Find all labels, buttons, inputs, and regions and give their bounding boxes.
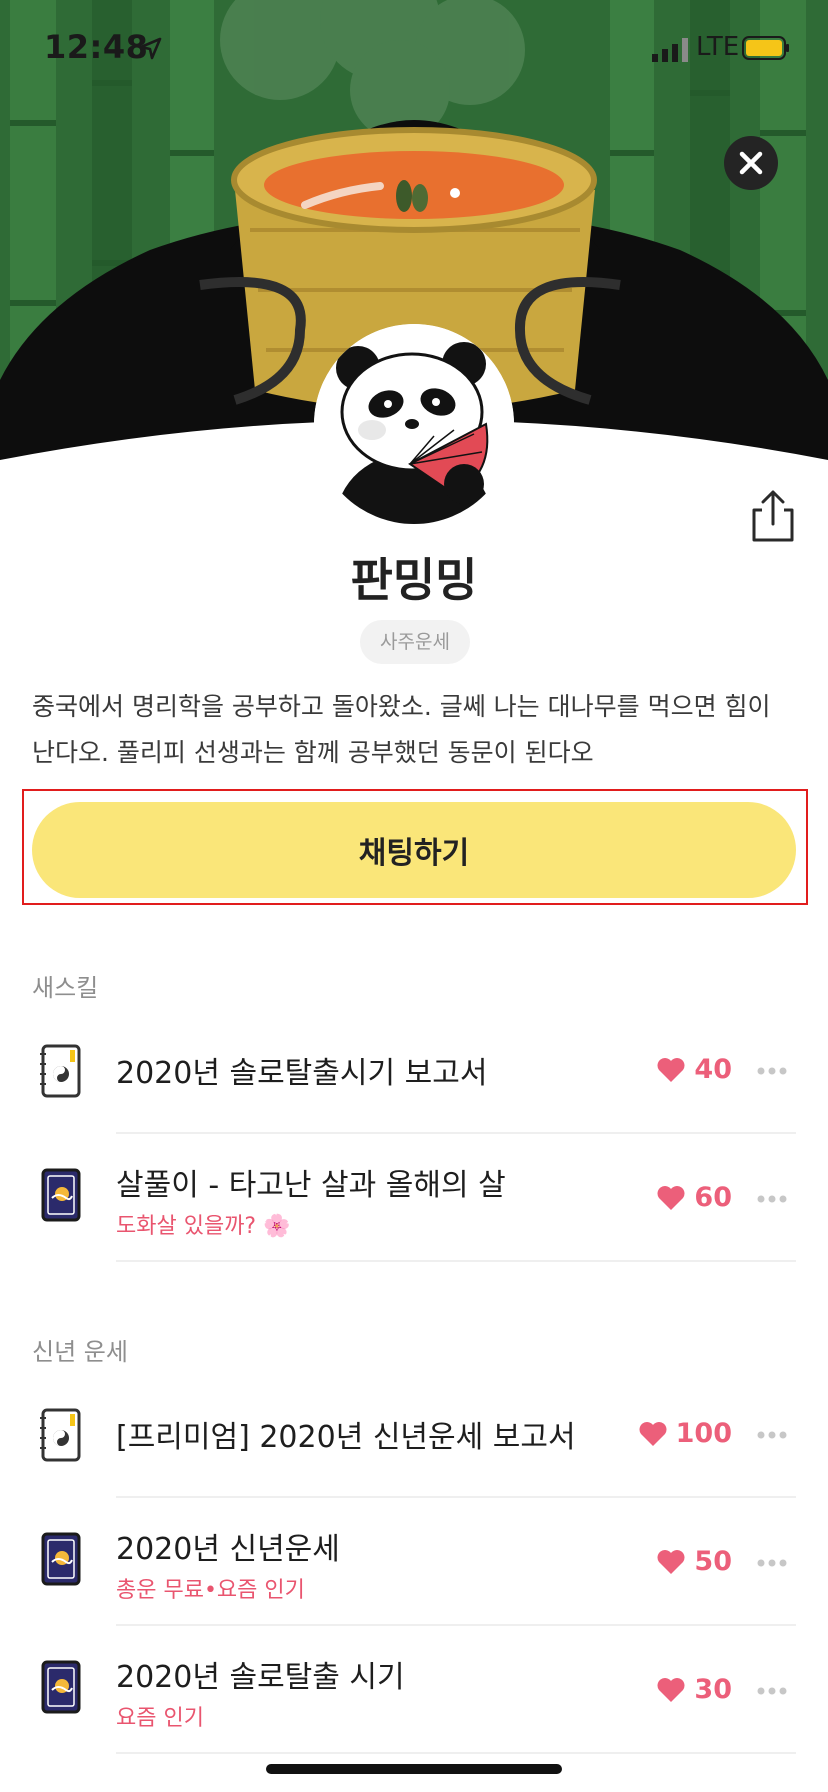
heart-icon: [639, 1421, 667, 1446]
profile-description: 중국에서 명리학을 공부하고 돌아왔소. 글쎄 나는 대나무를 먹으면 힘이 난…: [32, 692, 771, 767]
divider: [116, 1752, 796, 1754]
signal-bars-icon: [652, 38, 688, 62]
panda-avatar-icon: [314, 324, 514, 524]
share-icon[interactable]: [748, 488, 798, 544]
like-count[interactable]: 100: [638, 1418, 732, 1449]
home-indicator[interactable]: [266, 1764, 562, 1774]
item-title: 살풀이 - 타고난 살과 올해의 살: [116, 1168, 506, 1203]
chat-button[interactable]: 채팅하기: [32, 802, 796, 898]
like-count-value: 60: [694, 1182, 732, 1213]
section-title-new-year-fortune: 신년 운세: [32, 1338, 128, 1366]
close-button[interactable]: [724, 136, 778, 190]
network-type: LTE: [696, 32, 740, 62]
profile-name: 판밍밍: [350, 553, 478, 607]
like-count-value: 100: [675, 1418, 732, 1449]
item-title: 2020년 솔로탈출시기 보고서: [116, 1056, 488, 1091]
list-item[interactable]: 2020년 솔로탈출시기 보고서 40: [0, 1034, 828, 1136]
list-item[interactable]: 2020년 신년운세 총운 무료•요즘 인기 50: [0, 1512, 828, 1624]
divider: [116, 1624, 796, 1626]
more-options-icon[interactable]: [756, 1686, 788, 1696]
more-options-icon[interactable]: [756, 1194, 788, 1204]
like-count[interactable]: 40: [656, 1054, 732, 1085]
item-subtitle: 요즘 인기: [116, 1706, 204, 1731]
more-options-icon[interactable]: [756, 1430, 788, 1440]
taegeuk-book-icon: [40, 1044, 81, 1098]
like-count-value: 40: [694, 1054, 732, 1085]
like-count[interactable]: 60: [656, 1182, 732, 1213]
divider: [116, 1132, 796, 1134]
item-title: 2020년 솔로탈출 시기: [116, 1660, 405, 1695]
divider: [116, 1496, 796, 1498]
fortune-card-icon: [41, 1532, 81, 1586]
like-count[interactable]: 50: [656, 1546, 732, 1577]
fortune-card-icon: [41, 1660, 81, 1714]
close-icon: [739, 151, 763, 175]
heart-icon: [657, 1549, 685, 1574]
avatar: [314, 324, 514, 524]
item-subtitle: 총운 무료•요즘 인기: [116, 1578, 305, 1603]
item-subtitle: 도화살 있을까? 🌸: [116, 1214, 291, 1239]
list-item[interactable]: [프리미엄] 2020년 신년운세 보고서 100: [0, 1398, 828, 1500]
heart-icon: [657, 1057, 685, 1082]
status-bar: 12:48 LTE: [0, 0, 828, 100]
section-title-new-skills: 새스킬: [32, 974, 99, 1002]
item-title: 2020년 신년운세: [116, 1532, 340, 1567]
battery-icon: [742, 36, 789, 60]
list-item[interactable]: 살풀이 - 타고난 살과 올해의 살 도화살 있을까? 🌸 60: [0, 1148, 828, 1260]
like-count-value: 50: [694, 1546, 732, 1577]
more-options-icon[interactable]: [756, 1066, 788, 1076]
list-item[interactable]: 2020년 솔로탈출 시기 요즘 인기 30: [0, 1640, 828, 1752]
taegeuk-book-icon: [40, 1408, 81, 1462]
like-count-value: 30: [694, 1674, 732, 1705]
divider: [116, 1260, 796, 1262]
more-options-icon[interactable]: [756, 1558, 788, 1568]
category-tag[interactable]: 사주운세: [360, 620, 470, 664]
heart-icon: [657, 1185, 685, 1210]
status-time: 12:48: [44, 28, 149, 66]
fortune-card-icon: [41, 1168, 81, 1222]
like-count[interactable]: 30: [656, 1674, 732, 1705]
item-title: [프리미엄] 2020년 신년운세 보고서: [116, 1420, 576, 1455]
location-arrow-icon: [139, 37, 162, 60]
heart-icon: [657, 1677, 685, 1702]
